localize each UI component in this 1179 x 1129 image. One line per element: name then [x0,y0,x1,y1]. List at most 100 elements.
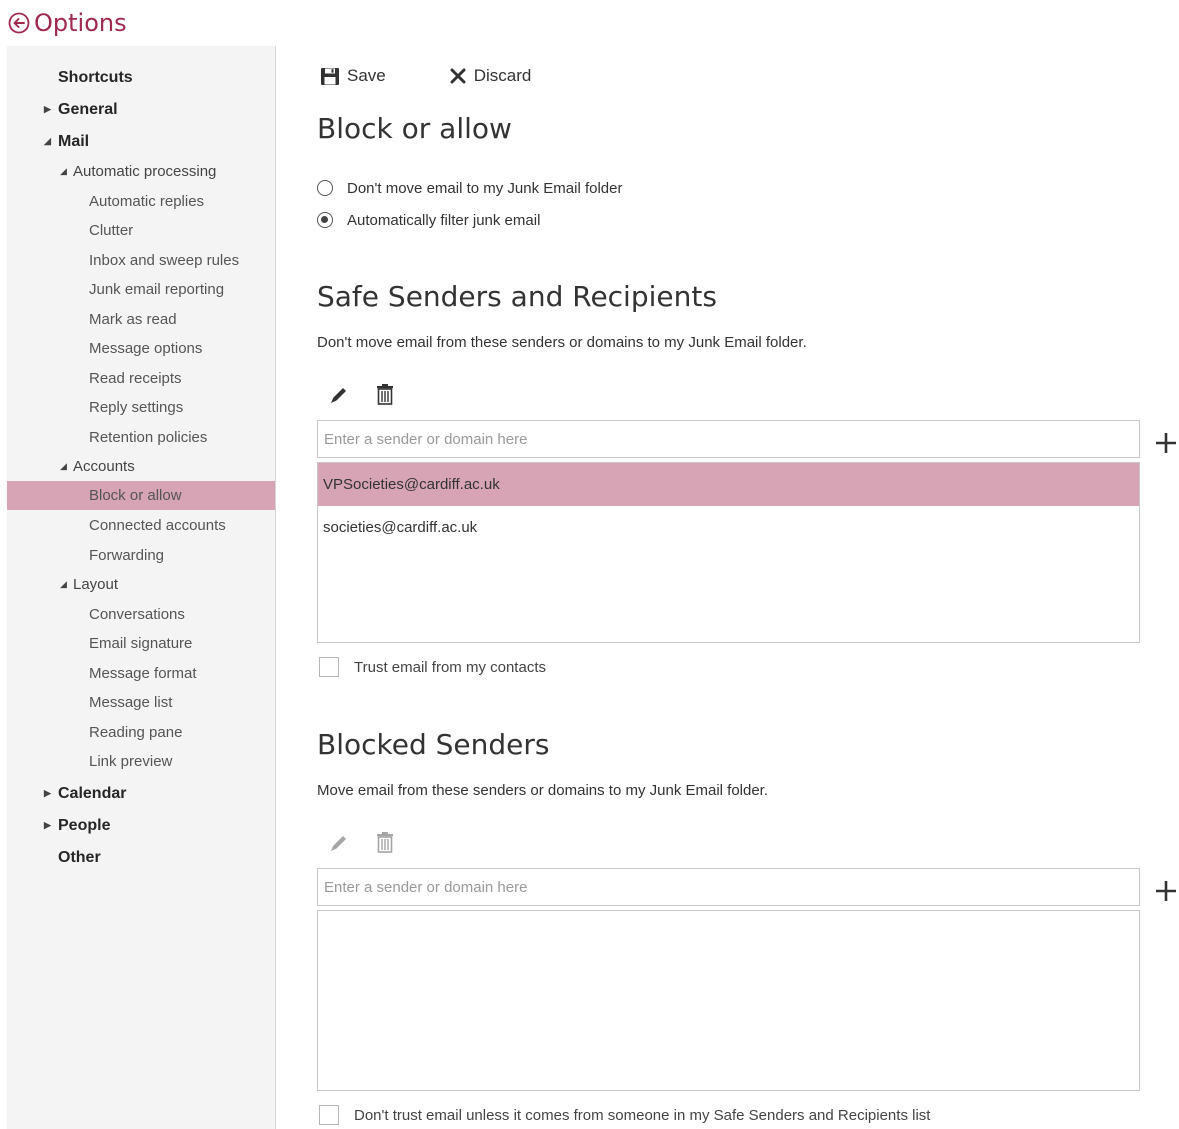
nav-label: Automatic replies [89,193,205,210]
nav-label: Automatic processing [73,163,217,180]
delete-blocked-sender-button[interactable] [375,831,395,858]
radio-auto-filter-junk[interactable]: Automatically filter junk email [317,209,540,231]
dont-trust-checkbox[interactable] [319,1105,339,1125]
caret-down-icon: ◢ [60,166,67,176]
nav-label: Reply settings [89,399,184,416]
nav-label: Email signature [89,635,193,652]
list-item[interactable]: VPSocieties@cardiff.ac.uk [318,463,1139,506]
caret-right-icon: ▶ [44,788,51,798]
plus-icon [1156,433,1176,453]
nav-automatic-replies[interactable]: Automatic replies [7,187,275,216]
add-safe-sender-button[interactable] [1154,431,1178,455]
section-title-safe-senders: Safe Senders and Recipients [317,280,717,313]
radio-dont-move-junk[interactable]: Don't move email to my Junk Email folder [317,177,622,199]
nav-label: Calendar [58,784,127,802]
trash-icon [377,832,393,853]
trust-contacts-checkbox[interactable] [319,657,339,677]
nav-retention-policies[interactable]: Retention policies [7,423,275,452]
discard-label: Discard [473,66,532,85]
edit-blocked-sender-button[interactable] [328,832,350,859]
nav-label: Junk email reporting [89,281,225,298]
radio-button-checked[interactable] [317,212,333,228]
section-title-blocked-senders: Blocked Senders [317,728,550,761]
nav-label: General [58,100,118,118]
safe-sender-input[interactable] [317,420,1140,458]
nav-block-or-allow[interactable]: Block or allow [7,481,275,510]
save-button[interactable]: Save [320,66,386,86]
caret-down-icon: ◢ [60,579,67,589]
nav-label: Block or allow [89,487,182,504]
nav-message-options[interactable]: Message options [7,334,275,363]
nav-label: Read receipts [89,370,182,387]
nav-automatic-processing[interactable]: ◢ Automatic processing [7,157,275,186]
section-title-block-or-allow: Block or allow [317,112,512,145]
trash-icon [377,384,393,405]
nav-accounts[interactable]: ◢ Accounts [7,452,275,481]
nav-people[interactable]: ▶ People [7,811,275,840]
nav-mail[interactable]: ◢ Mail [7,127,275,156]
nav-label: Shortcuts [58,68,133,86]
nav-read-receipts[interactable]: Read receipts [7,364,275,393]
nav-label: People [58,816,111,834]
blocked-senders-list [317,910,1140,1091]
radio-label: Don't move email to my Junk Email folder [347,179,623,197]
pencil-icon [331,836,346,851]
nav-label: Link preview [89,753,173,770]
nav-message-format[interactable]: Message format [7,659,275,688]
nav-forwarding[interactable]: Forwarding [7,541,275,570]
nav-label: Mail [58,132,90,150]
nav-mark-as-read[interactable]: Mark as read [7,305,275,334]
nav-connected-accounts[interactable]: Connected accounts [7,511,275,540]
blocked-sender-input[interactable] [317,868,1140,906]
caret-right-icon: ▶ [44,820,51,830]
add-blocked-sender-button[interactable] [1154,879,1178,903]
nav-label: Inbox and sweep rules [89,252,240,269]
edit-safe-sender-button[interactable] [328,384,350,411]
nav-link-preview[interactable]: Link preview [7,747,275,776]
nav-label: Mark as read [89,311,177,328]
blocked-senders-description: Move email from these senders or domains… [317,782,769,799]
checkbox-label: Don't trust email unless it comes from s… [354,1106,931,1124]
nav-inbox-sweep-rules[interactable]: Inbox and sweep rules [7,246,275,275]
nav-reply-settings[interactable]: Reply settings [7,393,275,422]
radio-button-unchecked[interactable] [317,180,333,196]
checkbox-label: Trust email from my contacts [354,658,546,676]
save-label: Save [347,66,386,85]
nav-label: Message format [89,665,197,682]
nav-message-list[interactable]: Message list [7,688,275,717]
list-item[interactable]: societies@cardiff.ac.uk [318,506,1139,549]
trust-contacts-option[interactable]: Trust email from my contacts [319,656,546,678]
nav-shortcuts[interactable]: Shortcuts [7,63,275,92]
nav-label: Reading pane [89,724,183,741]
nav-reading-pane[interactable]: Reading pane [7,718,275,747]
nav-label: Message list [89,694,173,711]
dont-trust-option[interactable]: Don't trust email unless it comes from s… [319,1104,930,1126]
nav-label: Accounts [73,458,135,475]
nav-email-signature[interactable]: Email signature [7,629,275,658]
nav-label: Retention policies [89,429,208,446]
caret-down-icon: ◢ [60,461,67,471]
toolbar: Save Discard [320,62,531,90]
safe-senders-description: Don't move email from these senders or d… [317,334,807,351]
nav-clutter[interactable]: Clutter [7,216,275,245]
nav-label: Connected accounts [89,517,226,534]
nav-label: Clutter [89,222,134,239]
caret-down-icon: ◢ [44,136,51,146]
nav-conversations[interactable]: Conversations [7,600,275,629]
nav-label: Message options [89,340,203,357]
nav-layout[interactable]: ◢ Layout [7,570,275,599]
nav-label: Other [58,848,101,866]
nav-calendar[interactable]: ▶ Calendar [7,779,275,808]
options-header: Options [8,6,127,40]
plus-icon [1156,881,1176,901]
discard-button[interactable]: Discard [449,66,532,86]
page-title: Options [34,9,127,37]
pencil-icon [331,388,346,403]
delete-safe-sender-button[interactable] [375,383,395,410]
nav-other[interactable]: Other [7,843,275,872]
nav-general[interactable]: ▶ General [7,95,275,124]
options-sidebar: Shortcuts ▶ General ◢ Mail ◢ Automatic p… [7,46,275,1129]
nav-label: Conversations [89,606,185,623]
nav-junk-email-reporting[interactable]: Junk email reporting [7,275,275,304]
back-arrow-icon[interactable] [8,12,30,34]
